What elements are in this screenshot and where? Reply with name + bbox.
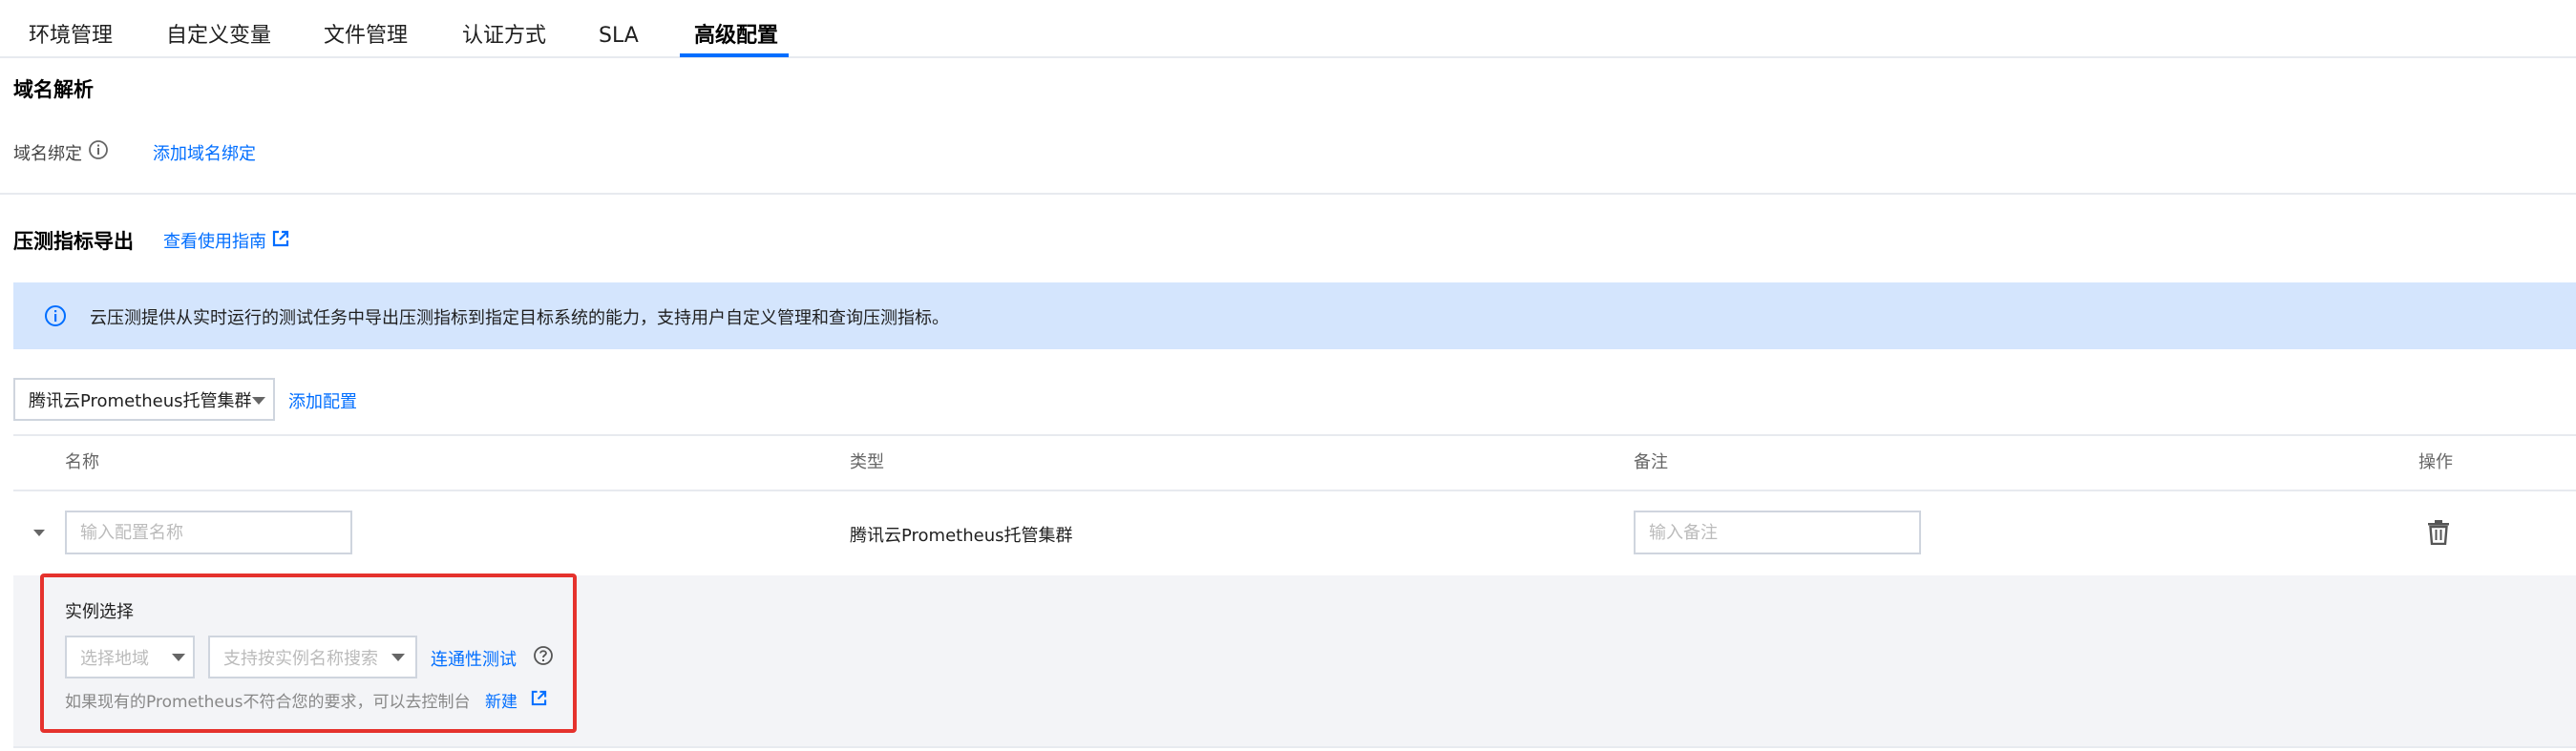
section-divider: [0, 193, 2576, 195]
column-header-remark: 备注: [1634, 452, 1668, 472]
tab-environment[interactable]: 环境管理: [29, 0, 113, 58]
table-bottom-border: [13, 746, 2576, 748]
tab-auth-method[interactable]: 认证方式: [462, 0, 546, 58]
highlight-annotation-box: [40, 574, 577, 733]
domain-section-title: 域名解析: [13, 78, 94, 101]
info-notice: 云压测提供从实时运行的测试任务中导出压测指标到指定目标系统的能力，支持用户自定义…: [13, 282, 2576, 349]
advanced-config-page: 环境管理 自定义变量 文件管理 认证方式 SLA 高级配置 域名解析 域名绑定 …: [0, 0, 2576, 751]
caret-down-icon: [252, 397, 265, 405]
add-config-link[interactable]: 添加配置: [288, 388, 357, 413]
usage-guide-link[interactable]: 查看使用指南: [163, 228, 266, 253]
table-top-border: [13, 434, 2576, 436]
trash-icon[interactable]: [2427, 520, 2450, 545]
external-link-icon[interactable]: [272, 230, 289, 247]
tab-file-management[interactable]: 文件管理: [324, 0, 408, 58]
domain-binding-label: 域名绑定: [13, 144, 82, 164]
tab-advanced-config[interactable]: 高级配置: [694, 0, 778, 58]
config-name-input[interactable]: [65, 511, 352, 554]
notice-text: 云压测提供从实时运行的测试任务中导出压测指标到指定目标系统的能力，支持用户自定义…: [90, 308, 949, 328]
table-header-border: [13, 490, 2576, 491]
add-domain-binding-link[interactable]: 添加域名绑定: [153, 140, 256, 165]
export-type-value: 腾讯云Prometheus托管集群: [29, 390, 252, 411]
tab-bar: 环境管理 自定义变量 文件管理 认证方式 SLA 高级配置: [0, 0, 2576, 58]
column-header-type: 类型: [850, 452, 884, 472]
metrics-export-title: 压测指标导出: [13, 230, 134, 253]
active-tab-indicator: [680, 53, 789, 57]
row-type-value: 腾讯云Prometheus托管集群: [850, 526, 1073, 546]
export-type-select[interactable]: 腾讯云Prometheus托管集群: [13, 378, 275, 421]
tab-custom-variables[interactable]: 自定义变量: [166, 0, 271, 58]
remark-input[interactable]: [1634, 511, 1921, 554]
column-header-actions: 操作: [2418, 452, 2453, 472]
info-icon: [45, 305, 66, 326]
row-collapse-toggle-icon[interactable]: [33, 530, 45, 536]
info-circle-icon[interactable]: [88, 139, 109, 160]
tab-sla[interactable]: SLA: [599, 0, 639, 58]
column-header-name: 名称: [65, 452, 99, 472]
